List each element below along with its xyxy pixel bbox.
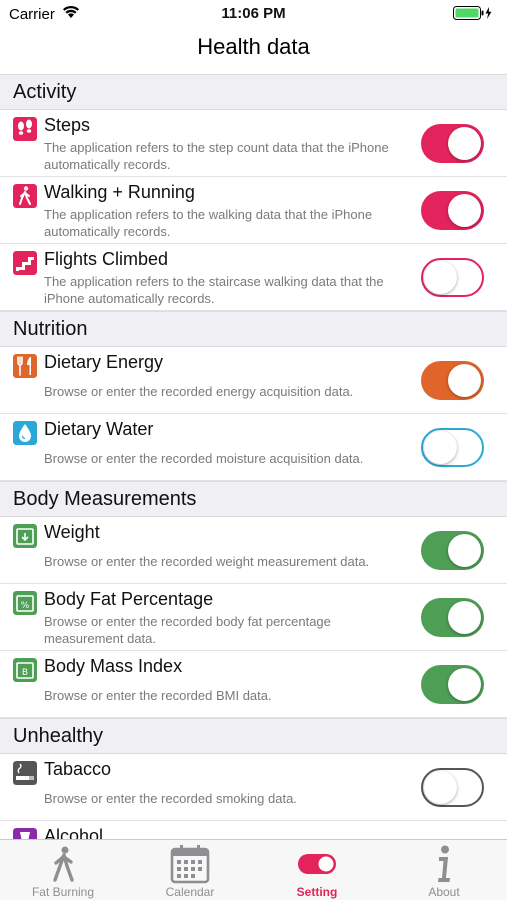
toggle-knob: [448, 194, 481, 227]
dietary-energy-title: Dietary Energy: [44, 352, 164, 372]
dietary-energy-toggle[interactable]: [421, 361, 484, 400]
body-mass-index-toggle[interactable]: [421, 665, 484, 704]
flights-climbed-title: Flights Climbed: [44, 249, 169, 269]
row-weight[interactable]: Weight Browse or enter the recorded weig…: [0, 517, 507, 584]
section-header-nutrition: Nutrition: [0, 311, 507, 347]
row-dietary-energy[interactable]: Dietary Energy Browse or enter the recor…: [0, 347, 507, 414]
svg-text:B: B: [22, 668, 28, 678]
walking-running-title: Walking + Running: [44, 182, 195, 202]
row-alcohol[interactable]: Alcohol: [0, 821, 507, 839]
dietary-energy-description: Browse or enter the recorded energy acqu…: [44, 384, 354, 399]
weight-toggle[interactable]: [421, 531, 484, 570]
body-mass-index-description: Browse or enter the recorded BMI data.: [44, 688, 272, 703]
scale-icon: [13, 524, 37, 548]
weight-title: Weight: [44, 522, 100, 542]
alcohol-title: Alcohol: [44, 826, 104, 839]
toggle-knob: [424, 431, 457, 464]
alcohol-icon: [13, 828, 37, 839]
dietary-water-description: Browse or enter the recorded moisture ac…: [44, 451, 364, 466]
toggle-knob: [424, 771, 457, 804]
toggle-knob: [448, 601, 481, 634]
tab-label: About: [428, 885, 460, 899]
row-tabacco[interactable]: Tabacco Browse or enter the recorded smo…: [0, 754, 507, 821]
tabacco-description: Browse or enter the recorded smoking dat…: [44, 791, 297, 806]
toggle-knob: [448, 534, 481, 567]
battery-charging-icon: [453, 6, 492, 20]
row-steps[interactable]: Steps The application refers to the step…: [0, 110, 507, 177]
tab-label: Calendar: [165, 885, 215, 899]
tab-bar: Fat Burning Calendar Setting About: [0, 839, 507, 900]
tab-calendar[interactable]: Calendar: [127, 840, 253, 900]
tabacco-title: Tabacco: [44, 759, 112, 779]
toggle-knob: [448, 127, 481, 160]
tab-setting[interactable]: Setting: [254, 840, 380, 900]
row-flights-climbed[interactable]: Flights Climbed The application refers t…: [0, 244, 507, 311]
body-mass-index-title: Body Mass Index: [44, 656, 183, 676]
dietary-water-toggle[interactable]: [421, 428, 484, 467]
flights-climbed-description: The application refers to the staircase …: [44, 274, 384, 306]
row-body-fat-percentage[interactable]: % Body Fat Percentage Browse or enter th…: [0, 584, 507, 651]
status-bar: Carrier 11:06 PM: [0, 0, 507, 28]
steps-toggle[interactable]: [421, 124, 484, 163]
tabacco-toggle[interactable]: [421, 768, 484, 807]
page-title: Health data: [197, 34, 310, 59]
section-header-unhealthy: Unhealthy: [0, 718, 507, 754]
bmi-scale-icon: B: [13, 658, 37, 682]
water-drop-icon: [13, 421, 37, 445]
row-walking-running[interactable]: Walking + Running The application refers…: [0, 177, 507, 244]
tab-label: Setting: [296, 885, 338, 899]
tab-label: Fat Burning: [31, 885, 95, 899]
info-icon: [438, 845, 450, 882]
toggle-knob: [448, 668, 481, 701]
steps-title: Steps: [44, 115, 91, 135]
stairs-icon: [13, 251, 37, 275]
section-header-activity: Activity: [0, 74, 507, 110]
steps-description: The application refers to the step count…: [44, 140, 389, 172]
settings-list[interactable]: Activity Steps The application refers to…: [0, 74, 507, 839]
tab-fat-burning[interactable]: Fat Burning: [0, 840, 126, 900]
tab-about[interactable]: About: [381, 840, 507, 900]
section-header-body-measurements: Body Measurements: [0, 481, 507, 517]
walking-person-icon: [53, 846, 74, 882]
body-fat-percentage-title: Body Fat Percentage: [44, 589, 214, 609]
weight-description: Browse or enter the recorded weight meas…: [44, 554, 370, 569]
fork-knife-icon: [13, 354, 37, 378]
flights-climbed-toggle[interactable]: [421, 258, 484, 297]
dietary-water-title: Dietary Water: [44, 419, 154, 439]
row-body-mass-index[interactable]: B Body Mass Index Browse or enter the re…: [0, 651, 507, 718]
footprints-icon: [13, 117, 37, 141]
walking-person-icon: [13, 184, 37, 208]
toggle-knob: [448, 364, 481, 397]
body-fat-scale-icon: %: [13, 591, 37, 615]
walking-running-toggle[interactable]: [421, 191, 484, 230]
walking-running-description: The application refers to the walking da…: [44, 207, 373, 239]
body-fat-percentage-toggle[interactable]: [421, 598, 484, 637]
svg-text:%: %: [21, 601, 30, 611]
body-fat-percentage-description: Browse or enter the recorded body fat pe…: [44, 614, 331, 646]
toggle-knob: [424, 261, 457, 294]
cigarette-icon: [13, 761, 37, 785]
clock: 11:06 PM: [221, 5, 286, 22]
calendar-icon: [170, 845, 210, 884]
row-dietary-water[interactable]: Dietary Water Browse or enter the record…: [0, 414, 507, 481]
toggle-icon: [298, 854, 336, 874]
